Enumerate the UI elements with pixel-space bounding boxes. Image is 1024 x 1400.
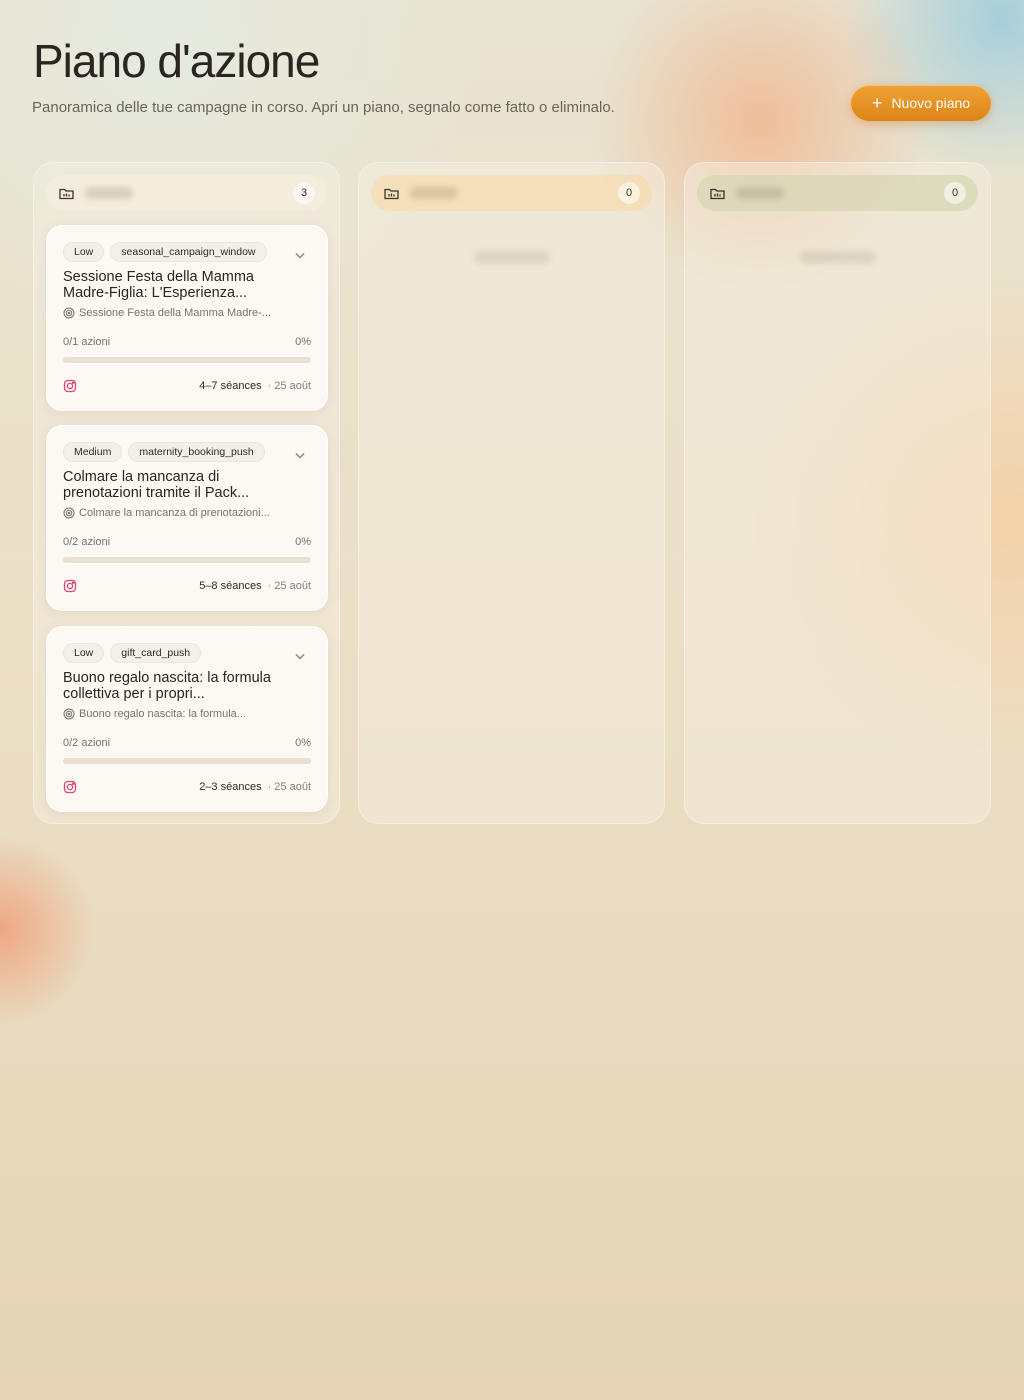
due-date: · 25 août	[267, 580, 311, 592]
progress-percent: 0%	[295, 536, 311, 548]
sessions-estimate: 2–3 séances	[199, 781, 262, 793]
actions-count: 0/2 azioni	[63, 737, 111, 749]
progress-percent: 0%	[295, 737, 311, 749]
card-title: Sessione Festa della Mamma Madre-Figlia:…	[63, 269, 254, 301]
page-title: Piano d'azione	[33, 35, 320, 87]
due-date: · 25 août	[267, 781, 311, 793]
card-subtitle: Sessione Festa della Mamma Madre-...	[63, 307, 271, 319]
category-tag: gift_card_push	[110, 643, 202, 663]
due-date: · 25 août	[267, 380, 311, 392]
empty-column-placeholder	[799, 251, 876, 263]
card-title: Colmare la mancanza di prenotazioni tram…	[63, 469, 250, 501]
new-plan-label: Nuovo piano	[891, 95, 971, 111]
page-subtitle: Panoramica delle tue campagne in corso. …	[32, 99, 615, 116]
target-icon	[63, 507, 75, 519]
category-tag: maternity_booking_push	[128, 442, 265, 462]
plan-card[interactable]: Low seasonal_campaign_window Sessione Fe…	[46, 225, 328, 411]
actions-count: 0/1 azioni	[63, 336, 111, 348]
priority-badge: Low	[63, 643, 105, 663]
card-subtitle: Buono regalo nascita: la formula...	[63, 708, 246, 720]
column-header[interactable]: 0	[697, 175, 978, 211]
chevron-down-icon[interactable]	[293, 649, 307, 663]
card-subtitle-text: Buono regalo nascita: la formula...	[79, 708, 246, 720]
board-column-2: 0	[358, 162, 665, 824]
column-header[interactable]: 0	[371, 175, 652, 211]
priority-badge: Medium	[63, 442, 123, 462]
progress-percent: 0%	[295, 336, 311, 348]
target-icon	[63, 307, 75, 319]
folder-icon	[383, 185, 400, 202]
column-count-badge: 0	[944, 182, 966, 204]
card-subtitle: Colmare la mancanza di prenotazioni...	[63, 507, 270, 519]
sessions-estimate: 5–8 séances	[199, 580, 262, 592]
column-title-blurred	[85, 187, 133, 199]
new-plan-button[interactable]: + Nuovo piano	[851, 85, 991, 121]
column-count-badge: 3	[293, 182, 315, 204]
board-column-3: 0	[684, 162, 991, 824]
actions-count: 0/2 azioni	[63, 536, 111, 548]
card-subtitle-text: Colmare la mancanza di prenotazioni...	[79, 507, 270, 519]
column-count-badge: 0	[618, 182, 640, 204]
instagram-icon	[63, 780, 77, 794]
column-title-blurred	[410, 187, 458, 199]
progress-bar	[63, 357, 311, 363]
instagram-icon	[63, 379, 77, 393]
card-subtitle-text: Sessione Festa della Mamma Madre-...	[79, 307, 271, 319]
progress-bar	[63, 758, 311, 764]
plus-icon: +	[871, 93, 883, 113]
folder-icon	[58, 185, 75, 202]
target-icon	[63, 708, 75, 720]
instagram-icon	[63, 579, 77, 593]
chevron-down-icon[interactable]	[293, 248, 307, 262]
plan-card[interactable]: Medium maternity_booking_push Colmare la…	[46, 425, 328, 611]
priority-badge: Low	[63, 242, 105, 262]
column-title-blurred	[736, 187, 784, 199]
folder-icon	[709, 185, 726, 202]
progress-bar	[63, 557, 311, 563]
plan-card[interactable]: Low gift_card_push Buono regalo nascita:…	[46, 626, 328, 812]
board-column-1: 3 Low seasonal_campaign_window Sessione …	[33, 162, 340, 824]
empty-column-placeholder	[473, 251, 550, 263]
column-header[interactable]: 3	[46, 175, 327, 211]
category-tag: seasonal_campaign_window	[110, 242, 267, 262]
sessions-estimate: 4–7 séances	[199, 380, 262, 392]
card-title: Buono regalo nascita: la formula collett…	[63, 670, 271, 702]
chevron-down-icon[interactable]	[293, 448, 307, 462]
